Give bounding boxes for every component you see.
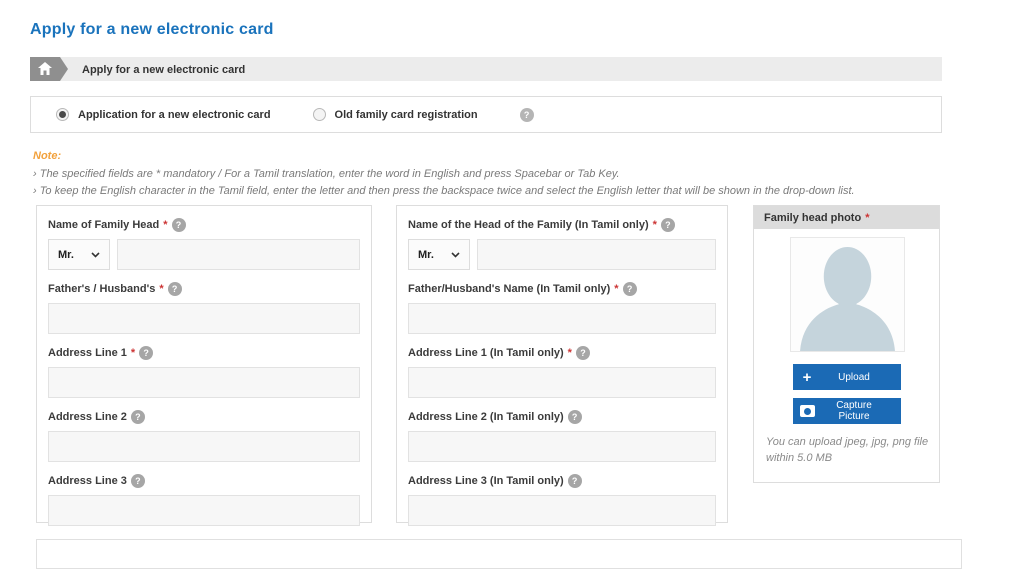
breadcrumb-label: Apply for a new electronic card (82, 64, 246, 76)
chevron-down-icon (91, 251, 100, 258)
radio-icon-unselected[interactable] (312, 108, 326, 121)
label-text: Address Line 3 (In Tamil only) (408, 475, 564, 487)
capture-picture-button[interactable]: Capture Picture (793, 398, 901, 424)
photo-upload-hint: You can upload jpeg, jpg, png file withi… (766, 436, 929, 464)
note-line-1: › The specified fields are * mandatory /… (33, 168, 620, 180)
upload-button-label: Upload (838, 371, 870, 383)
field-label: Address Line 2 ? (48, 410, 360, 424)
field-father-husband: Father's / Husband's * ? (48, 282, 360, 334)
field-address-line-1: Address Line 1 * ? (48, 346, 360, 398)
label-text: Address Line 2 (48, 411, 127, 423)
required-marker: * (614, 283, 619, 295)
required-marker: * (652, 219, 657, 231)
help-icon[interactable]: ? (167, 282, 182, 296)
field-address-line-3: Address Line 3 ? (48, 474, 360, 526)
help-icon[interactable]: ? (622, 282, 637, 296)
address-line-2-tamil-input[interactable] (408, 431, 716, 462)
help-icon[interactable]: ? (130, 410, 145, 424)
home-icon[interactable] (30, 57, 68, 81)
breadcrumb: Apply for a new electronic card (30, 57, 942, 81)
photo-header-label: Family head photo (764, 211, 862, 224)
field-label: Father's / Husband's * ? (48, 282, 360, 296)
field-family-head-name: Name of Family Head * ? Mr. (48, 218, 360, 270)
next-section-panel (36, 539, 962, 569)
field-label: Address Line 1 * ? (48, 346, 360, 360)
help-icon[interactable]: ? (139, 346, 154, 360)
home-icon-glyph (38, 62, 52, 75)
label-text: Address Line 1 (48, 347, 127, 359)
field-label: Name of the Head of the Family (In Tamil… (408, 218, 716, 232)
label-text: Father/Husband's Name (In Tamil only) (408, 283, 611, 295)
family-head-photo-panel: Family head photo * + Upload Capture Pic… (753, 205, 940, 483)
family-head-name-input[interactable] (117, 239, 360, 270)
radio-icon-selected[interactable] (56, 108, 69, 121)
camera-icon (793, 405, 821, 417)
application-mode-panel: Application for a new electronic card Ol… (30, 96, 942, 133)
address-line-3-input[interactable] (48, 495, 360, 526)
label-text: Address Line 1 (In Tamil only) (408, 347, 564, 359)
capture-button-label: Capture Picture (836, 400, 872, 422)
field-address-line-3-tamil: Address Line 3 (In Tamil only) ? (408, 474, 716, 526)
family-head-name-tamil-input[interactable] (477, 239, 716, 270)
help-icon[interactable]: ? (660, 218, 675, 232)
field-label: Address Line 2 (In Tamil only) ? (408, 410, 716, 424)
field-label: Father/Husband's Name (In Tamil only) * … (408, 282, 716, 296)
note-heading: Note: (33, 150, 62, 162)
required-marker: * (159, 283, 164, 295)
photo-placeholder (790, 237, 905, 352)
title-select-value: Mr. (58, 248, 74, 261)
address-line-1-input[interactable] (48, 367, 360, 398)
radio-option-new-card[interactable]: Application for a new electronic card (56, 108, 271, 121)
required-marker: * (865, 211, 870, 224)
address-line-1-tamil-input[interactable] (408, 367, 716, 398)
radio-label-new-card: Application for a new electronic card (78, 108, 271, 121)
person-silhouette-icon (800, 247, 895, 351)
note-line-2: › To keep the English character in the T… (33, 185, 855, 197)
field-label: Name of Family Head * ? (48, 218, 360, 232)
help-icon[interactable]: ? (171, 218, 186, 232)
title-select-tamil[interactable]: Mr. (408, 239, 470, 270)
field-family-head-name-tamil: Name of the Head of the Family (In Tamil… (408, 218, 716, 270)
radio-option-old-card[interactable]: Old family card registration (312, 108, 478, 121)
plus-icon: + (802, 368, 812, 386)
required-marker: * (163, 219, 168, 231)
label-text: Name of Family Head (48, 219, 160, 231)
help-icon[interactable]: ? (567, 474, 582, 488)
father-husband-tamil-input[interactable] (408, 303, 716, 334)
address-line-3-tamil-input[interactable] (408, 495, 716, 526)
photo-panel-header: Family head photo * (754, 206, 939, 229)
required-marker: * (130, 347, 136, 359)
chevron-down-icon (451, 251, 460, 258)
radio-label-old-card: Old family card registration (334, 108, 478, 121)
field-label: Address Line 3 ? (48, 474, 360, 488)
field-address-line-1-tamil: Address Line 1 (In Tamil only) * ? (408, 346, 716, 398)
title-select[interactable]: Mr. (48, 239, 110, 270)
required-marker: * (567, 347, 572, 359)
help-icon[interactable]: ? (575, 346, 590, 360)
field-address-line-2-tamil: Address Line 2 (In Tamil only) ? (408, 410, 716, 462)
label-text: Name of the Head of the Family (In Tamil… (408, 219, 649, 231)
field-label: Address Line 3 (In Tamil only) ? (408, 474, 716, 488)
help-icon[interactable]: ? (567, 410, 582, 424)
form-section-tamil: Name of the Head of the Family (In Tamil… (396, 205, 728, 526)
title-select-value: Mr. (418, 248, 434, 261)
page-title: Apply for a new electronic card (30, 21, 274, 38)
help-icon[interactable]: ? (130, 474, 145, 488)
upload-button[interactable]: + Upload (793, 364, 901, 390)
field-father-husband-tamil: Father/Husband's Name (In Tamil only) * … (408, 282, 716, 334)
note-block: Note: › The specified fields are * manda… (33, 150, 993, 200)
address-line-2-input[interactable] (48, 431, 360, 462)
label-text: Address Line 2 (In Tamil only) (408, 411, 564, 423)
help-icon[interactable]: ? (519, 107, 534, 122)
label-text: Address Line 3 (48, 475, 127, 487)
father-husband-input[interactable] (48, 303, 360, 334)
field-address-line-2: Address Line 2 ? (48, 410, 360, 462)
field-label: Address Line 1 (In Tamil only) * ? (408, 346, 716, 360)
label-text: Father's / Husband's (48, 283, 156, 295)
form-section-english: Name of Family Head * ? Mr. Father's / H… (36, 205, 372, 526)
